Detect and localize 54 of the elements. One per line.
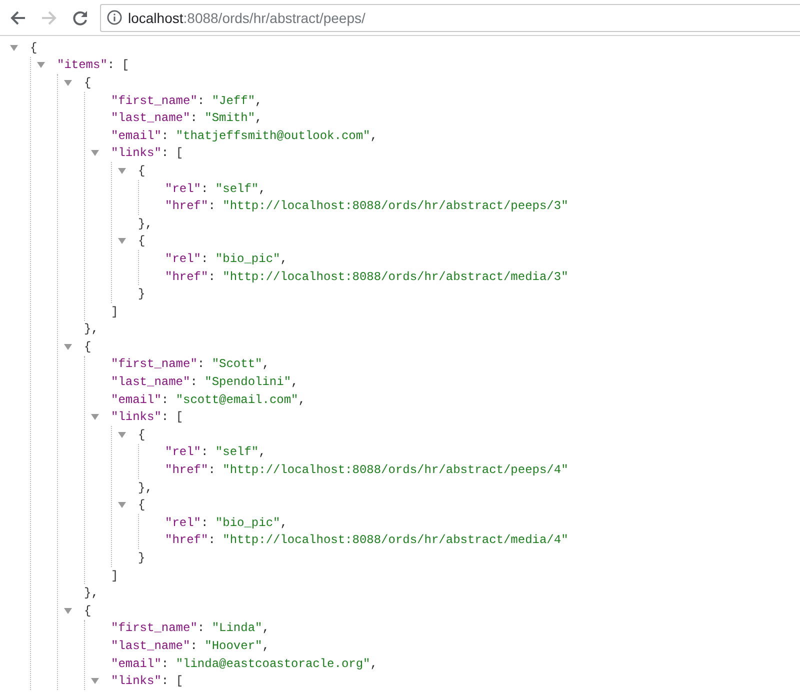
json-line: },	[138, 480, 152, 495]
json-line: "first_name": "Scott",	[111, 357, 270, 372]
json-line: "items": [	[57, 58, 130, 72]
json-line: "rel": "self",	[165, 445, 266, 460]
json-line: "rel": "self",	[165, 182, 266, 196]
json-line: "first_name": "Linda",	[111, 621, 270, 636]
json-line: "href": "http://localhost:8088/ords/hr/abstract/peeps/4"	[165, 463, 568, 478]
toggle-triangle-icon[interactable]	[91, 413, 99, 422]
toggle-triangle-icon[interactable]	[91, 149, 99, 158]
back-arrow-icon[interactable]	[10, 10, 26, 26]
toggle-triangle-icon[interactable]	[37, 61, 45, 70]
toggle-triangle-icon[interactable]	[64, 606, 72, 615]
json-line: "last_name": "Spendolini",	[111, 375, 298, 390]
json-line: {	[84, 340, 92, 354]
toggle-triangle-icon[interactable]	[118, 237, 126, 246]
json-line: ]	[111, 304, 118, 319]
toggle-triangle-icon[interactable]	[64, 342, 72, 351]
json-line: "email": "scott@email.com",	[111, 392, 306, 407]
reload-icon[interactable]	[72, 10, 88, 26]
json-line: ]	[111, 568, 118, 583]
toggle-triangle-icon[interactable]	[118, 166, 126, 175]
toggle-triangle-icon[interactable]	[118, 501, 126, 510]
json-line: "href": "http://localhost:8088/ords/hr/abstract/media/4"	[165, 533, 568, 548]
json-line: "last_name": "Hoover",	[111, 638, 270, 653]
json-line: "links": [	[111, 674, 184, 688]
json-line: {	[138, 498, 146, 512]
toggle-triangle-icon[interactable]	[91, 677, 99, 686]
json-line: "email": "linda@eastcoastoracle.org",	[111, 656, 378, 671]
json-line: {	[30, 40, 38, 55]
json-line: }	[138, 551, 146, 566]
toggle-triangle-icon[interactable]	[118, 430, 126, 439]
json-line: "email": "thatjeffsmith@outlook.com",	[111, 128, 378, 143]
json-line: },	[84, 586, 98, 600]
toggle-triangle-icon[interactable]	[10, 44, 18, 52]
info-icon[interactable]	[107, 10, 122, 25]
json-line: {	[138, 234, 146, 248]
json-line: "first_name": "Jeff",	[111, 94, 262, 108]
json-line: },	[138, 216, 152, 231]
json-line: {	[84, 604, 92, 618]
address-field[interactable]: localhost:8088/ords/hr/abstract/peeps/	[100, 4, 800, 32]
json-line: "links": [	[111, 410, 184, 424]
json-line: },	[84, 322, 98, 336]
json-line: "href": "http://localhost:8088/ords/hr/abstract/peeps/3"	[165, 199, 568, 214]
json-line: }	[138, 287, 146, 302]
toggle-triangle-icon[interactable]	[64, 78, 72, 87]
json-line: {	[138, 164, 146, 178]
json-line: "links": [	[111, 146, 184, 160]
url-text: localhost:8088/ords/hr/abstract/peeps/	[128, 10, 366, 26]
json-line: {	[138, 428, 146, 442]
json-line: "rel": "bio_pic",	[165, 516, 288, 530]
json-line: {	[84, 76, 92, 90]
json-line: "last_name": "Smith",	[111, 111, 262, 126]
json-line: "href": "http://localhost:8088/ords/hr/abstract/media/3"	[165, 270, 568, 284]
json-line: "rel": "bio_pic",	[165, 252, 288, 266]
